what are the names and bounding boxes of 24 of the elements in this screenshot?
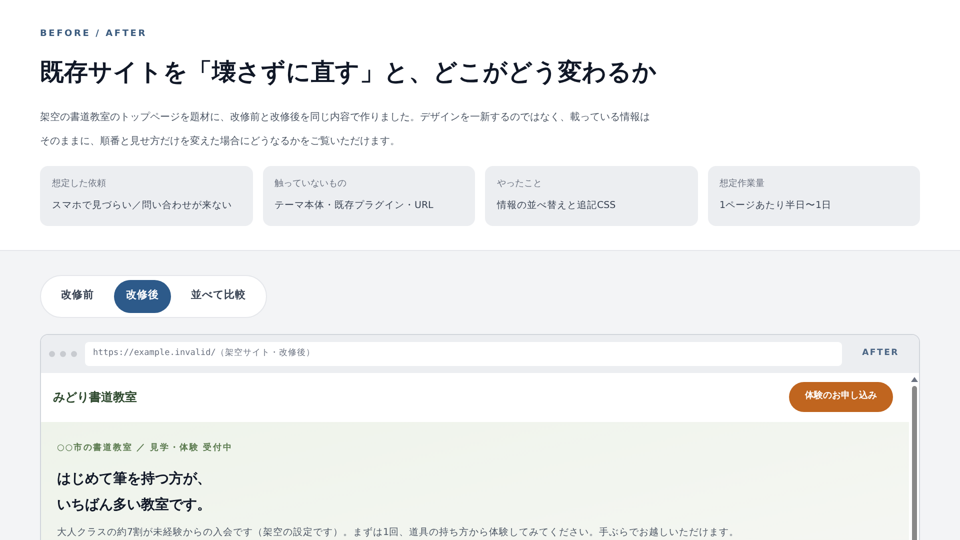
eyebrow-label: BEFORE / AFTER: [40, 28, 147, 41]
window-dots-icon: [49, 350, 77, 356]
fact-label: 想定した依頼: [52, 178, 106, 190]
site-name: みどり書道教室: [53, 389, 137, 406]
address-bar[interactable]: https://example.invalid/（架空サイト・改修後）: [85, 342, 842, 366]
lead-paragraph: 架空の書道教室のトップページを題材に、改修前と改修後を同じ内容で作りました。デザインを一新するのではなく、載っている情報はそのままに、順番と見せ方だけを変えた場合にどうなるかをご覧いただけます。: [40, 110, 650, 148]
after-label: AFTER: [861, 347, 900, 360]
hero-headline: はじめて筆を持つ方が、 いちばん多い教室です。: [57, 470, 211, 516]
view-tab[interactable]: 改修前: [45, 280, 110, 312]
view-tab[interactable]: 改修後: [114, 280, 171, 312]
fact-value: 情報の並べ替えと追記CSS: [497, 199, 616, 213]
fact-value: スマホで見づらい／問い合わせが来ない: [52, 199, 232, 213]
page-title: 既存サイトを「壊さずに直す」と、どこがどう変わるか: [40, 56, 657, 88]
scroll-thumb[interactable]: [912, 386, 916, 540]
hero-eyebrow: ○○市の書道教室 ／ 見学・体験 受付中: [57, 442, 233, 454]
hero-body: 大人クラスの約7割が未経験からの入会です（架空の設定です）。まずは1回、道具の持ち方から体験してみてください。手ぶらでお越しいただけます。: [57, 526, 740, 540]
fact-value: 1ページあたり半日〜1日: [720, 199, 832, 213]
fact-value: テーマ本体・既存プラグイン・URL: [274, 199, 434, 213]
trial-apply-button[interactable]: 体験のお申し込み: [789, 382, 893, 412]
fact-label: 触っていないもの: [274, 178, 346, 190]
view-tab[interactable]: 並べて比較: [175, 280, 262, 312]
fact-label: やったこと: [497, 178, 542, 190]
fact-label: 想定作業量: [720, 178, 764, 190]
scroll-up-icon[interactable]: [910, 376, 918, 382]
